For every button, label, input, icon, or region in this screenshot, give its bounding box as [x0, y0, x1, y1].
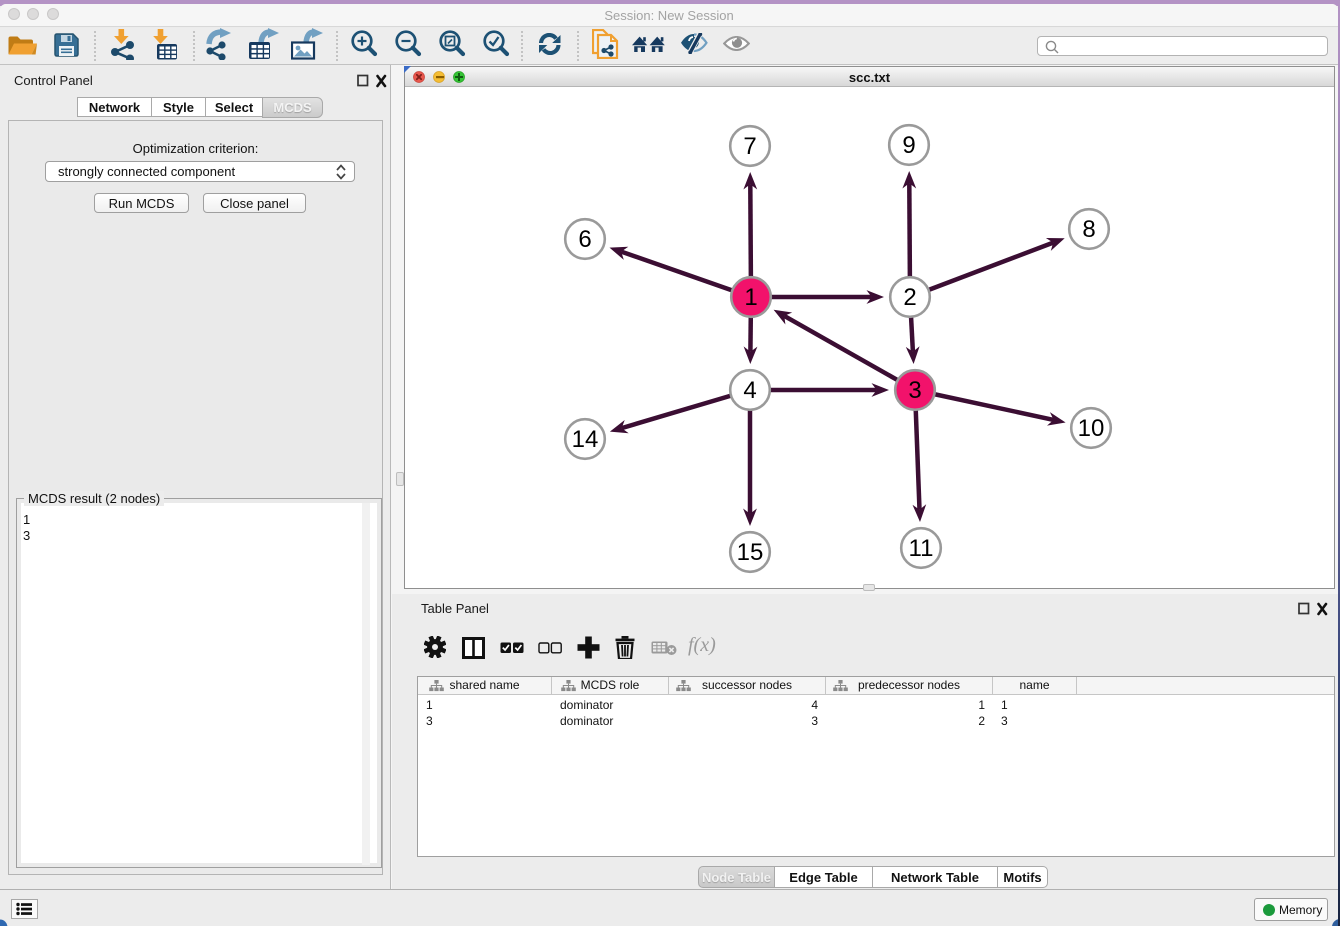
svg-text:7: 7	[743, 133, 756, 160]
svg-text:1: 1	[744, 284, 757, 311]
svg-text:4: 4	[743, 377, 756, 404]
svg-text:11: 11	[909, 535, 934, 562]
svg-text:8: 8	[1082, 216, 1095, 243]
svg-text:2: 2	[903, 284, 916, 311]
svg-text:6: 6	[578, 226, 591, 253]
svg-text:9: 9	[902, 132, 915, 159]
svg-text:15: 15	[737, 539, 764, 566]
svg-text:3: 3	[908, 377, 921, 404]
svg-text:14: 14	[572, 426, 599, 453]
svg-text:10: 10	[1078, 415, 1105, 442]
